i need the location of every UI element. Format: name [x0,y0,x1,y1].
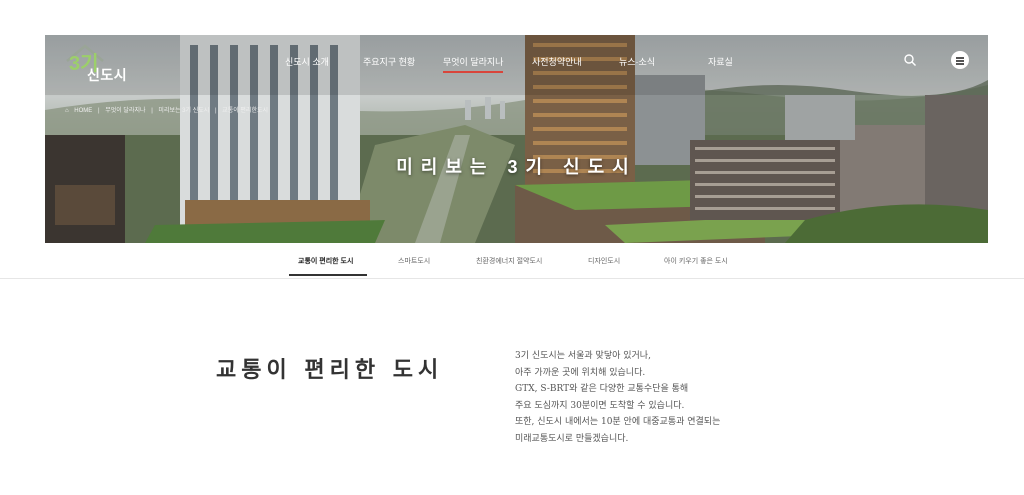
hero-title: 미리보는 3기 신도시 [396,157,637,177]
menu-line-icon [956,63,964,65]
tab-design-city[interactable]: 디자인도시 [588,256,620,266]
tab-smart-city[interactable]: 스마트도시 [398,256,430,266]
section-description: 3기 신도시는 서울과 맞닿아 있거나, 아주 가까운 곳에 위치해 있습니다.… [515,348,720,447]
nav-item-news[interactable]: 뉴스·소식 [619,55,655,68]
breadcrumb-item-changes[interactable]: 무엇이 달라지나 [105,108,145,114]
breadcrumb-separator: | [97,108,100,114]
section-title: 교통이 편리한 도시 [216,358,444,383]
nav-item-districts[interactable]: 주요지구 현황 [363,55,415,68]
sub-tab-bar: 교통이 편리한 도시 스마트도시 친환경에너지 절약도시 디자인도시 아이 키우… [0,250,1024,279]
description-line: 미래교통도시로 만들겠습니다. [515,433,629,444]
description-line: 3기 신도시는 서울과 맞닿아 있거나, [515,351,651,361]
nav-item-intro[interactable]: 신도시 소개 [285,55,329,68]
description-line: 아주 가까운 곳에 위치해 있습니다. [515,367,646,378]
nav-item-pre-subscription[interactable]: 사전청약안내 [532,55,582,68]
nav-item-changes[interactable]: 무엇이 달라지나 [443,55,504,73]
description-line: GTX, S-BRT와 같은 다양한 교통수단을 통해 [515,384,689,394]
active-tab-indicator [289,274,367,276]
breadcrumb-item-preview[interactable]: 미리보는 3기 신도시 [158,108,209,114]
description-line: 또한, 신도시 내에서는 10분 안에 대중교통과 연결되는 [515,417,721,427]
menu-line-icon [956,57,964,59]
breadcrumb-item-current[interactable]: 교통이 편리한도시 [222,108,268,114]
breadcrumb-separator: | [151,108,153,114]
breadcrumb-separator: | [214,108,217,114]
hamburger-menu-button[interactable] [951,51,969,69]
home-icon: ⌂ [65,108,69,114]
hero-banner: 3기 신도시 신도시 소개 주요지구 현황 무엇이 달라지나 사전청약안내 뉴스… [45,35,988,243]
search-icon[interactable] [903,53,917,67]
nav-item-library[interactable]: 자료실 [708,55,733,68]
tab-eco-energy-city[interactable]: 친환경에너지 절약도시 [476,256,542,266]
main-navigation: 신도시 소개 주요지구 현황 무엇이 달라지나 사전청약안내 뉴스·소식 자료실 [45,55,988,73]
menu-line-icon [956,60,964,62]
tab-transport-city[interactable]: 교통이 편리한 도시 [298,256,353,266]
tab-childcare-city[interactable]: 아이 키우기 좋은 도시 [664,256,728,266]
breadcrumb-item-home[interactable]: HOME [74,108,92,114]
breadcrumb: ⌂ HOME | 무엇이 달라지나 | 미리보는 3기 신도시 | 교통이 편리… [65,105,272,114]
description-line: 주요 도심까지 30분이면 도착할 수 있습니다. [515,400,685,411]
